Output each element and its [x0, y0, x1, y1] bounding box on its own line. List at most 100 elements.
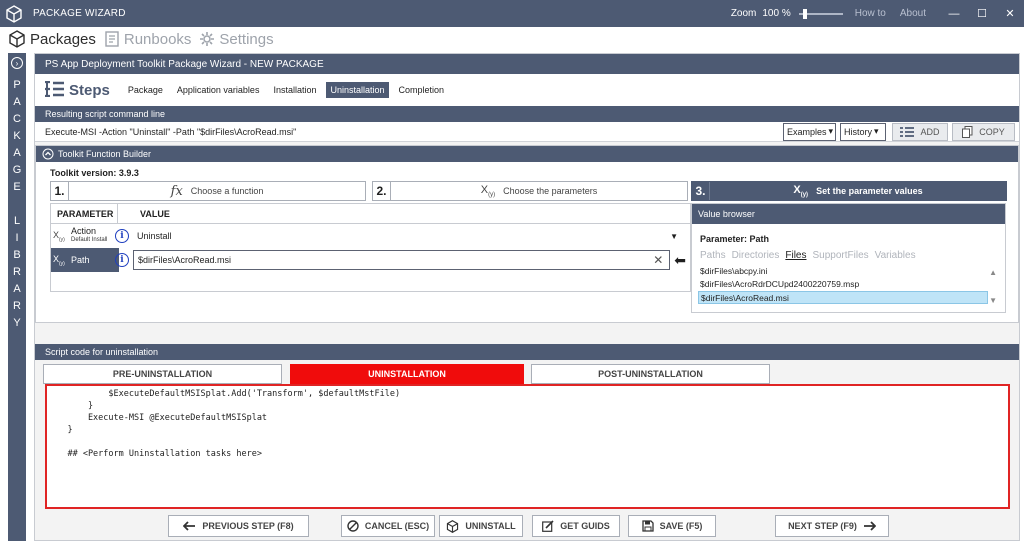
next-step-button[interactable]: NEXT STEP (F9) — [775, 515, 889, 537]
table-row-path[interactable]: X(y) Path i $dirFiles\AcroRead.msi ✕ ⬅ — [51, 248, 690, 272]
zoom-slider-thumb[interactable] — [802, 8, 807, 19]
tab-paths[interactable]: Paths — [700, 250, 726, 261]
menu-runbooks-label: Runbooks — [123, 30, 192, 48]
zoom-label: Zoom — [730, 8, 757, 19]
code-line: Execute-MSI @ExecuteDefaultMSISplat — [47, 413, 268, 423]
table-header: PARAMETER VALUE — [51, 204, 690, 224]
script-code-title: Script code for uninstallation — [35, 344, 1019, 360]
collapse-icon[interactable] — [42, 148, 54, 160]
copy-button[interactable]: COPY — [952, 122, 1015, 141]
parameter-name: Path — [71, 254, 90, 265]
tab-installation[interactable]: Installation — [269, 82, 320, 98]
step-label: Set the parameter values — [816, 186, 923, 196]
tab-post-uninstallation[interactable]: POST-UNINSTALLATION — [531, 364, 770, 384]
step-set-values[interactable]: 3. X(y) Set the parameter values — [691, 181, 1007, 201]
action-value-dropdown[interactable]: Uninstall ▼ — [133, 226, 690, 246]
add-button-label: ADD — [920, 126, 940, 137]
sidebar-letter: K — [13, 130, 21, 142]
tab-package[interactable]: Package — [124, 82, 167, 98]
zoom-value: 100 % — [762, 8, 791, 19]
get-guids-button[interactable]: GET GUIDS — [532, 515, 620, 537]
tab-completion[interactable]: Completion — [395, 82, 449, 98]
scroll-up-icon[interactable]: ▲ — [989, 268, 997, 277]
how-to-link[interactable]: How to — [855, 8, 886, 19]
arrow-left-icon[interactable]: ⬅ — [674, 252, 686, 269]
tab-uninstallation-code[interactable]: UNINSTALLATION — [290, 364, 524, 384]
chevron-down-icon: ▾ — [828, 126, 834, 136]
save-button[interactable]: SAVE (F5) — [628, 515, 716, 537]
step-choose-parameters[interactable]: 2. X(y) Choose the parameters — [372, 181, 688, 201]
step-number: 3. — [692, 182, 710, 200]
path-value-input[interactable]: $dirFiles\AcroRead.msi ✕ — [133, 250, 671, 270]
script-editor[interactable]: $ExecuteDefaultMSISplat.Add('Transform',… — [45, 384, 1010, 509]
tab-variables[interactable]: Variables — [875, 250, 916, 261]
list-item[interactable]: $dirFiles\AcroRdrDCUpd2400220759.msp — [698, 278, 988, 291]
tab-directories[interactable]: Directories — [732, 250, 780, 261]
about-link[interactable]: About — [900, 8, 926, 19]
menu-settings[interactable]: Settings — [199, 30, 274, 48]
examples-dropdown[interactable]: Examples ▾ — [783, 122, 836, 141]
tab-supportfiles[interactable]: SupportFiles — [813, 250, 869, 261]
zoom-slider[interactable] — [798, 8, 843, 19]
info-icon[interactable]: i — [115, 253, 129, 267]
copy-icon — [962, 125, 973, 138]
history-dropdown[interactable]: History ▾ — [840, 122, 886, 141]
history-label: History — [844, 126, 873, 137]
package-library-sidebar[interactable]: › P A C K A G E L I B R A R Y — [8, 53, 26, 541]
app-cube-icon — [0, 0, 27, 27]
menu-runbooks[interactable]: Runbooks — [104, 30, 192, 48]
close-button[interactable]: ✕ — [996, 0, 1024, 27]
chevron-right-icon[interactable]: › — [11, 57, 23, 69]
parameter-value: $dirFiles\AcroRead.msi — [138, 255, 232, 265]
parameter-value: Uninstall — [137, 231, 172, 241]
column-parameter: PARAMETER — [51, 204, 118, 223]
list-item-selected[interactable]: $dirFiles\AcroRead.msi — [698, 291, 988, 304]
list-add-icon — [900, 126, 915, 137]
sidebar-letter: B — [13, 249, 21, 261]
step-choose-function[interactable]: 1. fx Choose a function — [50, 181, 366, 201]
minimize-icon: — — [948, 7, 960, 20]
get-guids-label: GET GUIDS — [560, 521, 610, 531]
step-number: 1. — [51, 182, 69, 200]
minimize-button[interactable]: — — [940, 0, 968, 27]
uninstall-button[interactable]: UNINSTALL — [439, 515, 523, 537]
toolkit-version: Toolkit version: 3.9.3 — [50, 168, 139, 178]
menu-packages[interactable]: Packages — [8, 30, 96, 48]
chevron-down-icon: ▼ — [670, 231, 678, 241]
cancel-button[interactable]: CANCEL (ESC) — [341, 515, 435, 537]
sidebar-letter: Y — [13, 317, 21, 329]
clear-icon[interactable]: ✕ — [653, 253, 663, 267]
command-line-title: Resulting script command line — [35, 106, 1019, 122]
save-icon — [641, 520, 654, 532]
parameter-xy-icon: X(y) — [480, 183, 496, 199]
maximize-button[interactable]: ☐ — [968, 0, 996, 27]
code-line: $ExecuteDefaultMSISplat.Add('Transform',… — [47, 389, 401, 399]
examples-label: Examples — [787, 126, 827, 137]
parameter-default-label: Default — [71, 237, 91, 243]
command-line-text[interactable]: Execute-MSI -Action "Uninstall" -Path "$… — [35, 127, 783, 137]
tab-pre-uninstallation[interactable]: PRE-UNINSTALLATION — [43, 364, 282, 384]
save-label: SAVE (F5) — [659, 521, 703, 531]
maximize-icon: ☐ — [977, 8, 987, 20]
previous-step-button[interactable]: PREVIOUS STEP (F8) — [168, 515, 309, 537]
package-icon — [446, 519, 459, 533]
tab-files[interactable]: Files — [785, 250, 806, 261]
previous-step-label: PREVIOUS STEP (F8) — [202, 521, 294, 531]
file-list: $dirFiles\abcpy.ini $dirFiles\AcroRdrDCU… — [698, 265, 1005, 304]
column-value: VALUE — [140, 208, 170, 219]
list-item[interactable]: $dirFiles\abcpy.ini — [698, 265, 988, 278]
sidebar-letter: R — [13, 266, 21, 278]
tab-uninstallation[interactable]: Uninstallation — [326, 82, 389, 98]
steps-row: Steps Package Application variables Inst… — [35, 74, 1019, 106]
add-button[interactable]: ADD — [892, 122, 948, 141]
sidebar-letter: P — [13, 79, 21, 91]
table-row-action[interactable]: X(y) Action Default Install i Uninstall … — [51, 224, 690, 248]
code-line: ## <Perform Uninstallation tasks here> — [47, 449, 262, 459]
tab-application-variables[interactable]: Application variables — [173, 82, 264, 98]
info-icon[interactable]: i — [115, 229, 129, 243]
function-builder-title[interactable]: Toolkit Function Builder — [36, 146, 1018, 162]
scroll-down-icon[interactable]: ▼ — [989, 296, 997, 305]
menu-settings-label: Settings — [219, 30, 274, 48]
main-menu: Packages Runbooks Settings — [0, 27, 1024, 51]
edit-icon — [542, 520, 554, 532]
